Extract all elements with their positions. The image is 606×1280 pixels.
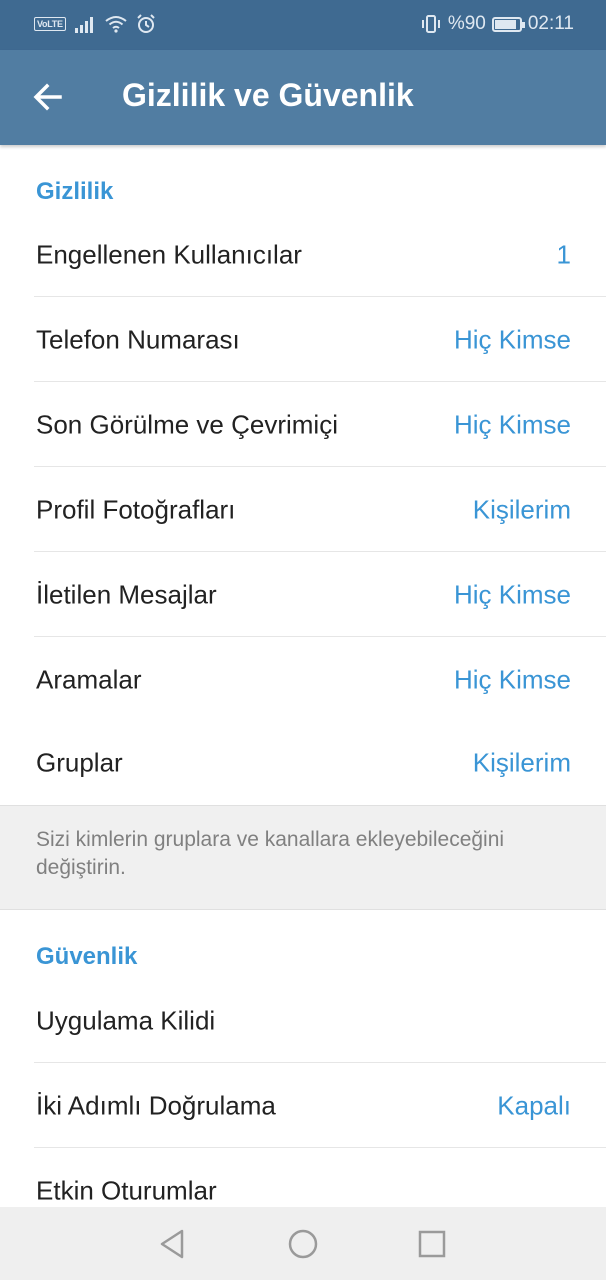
- row-label: Son Görülme ve Çevrimiçi: [36, 409, 338, 439]
- vibrate-icon: [421, 15, 440, 33]
- row-value: Hiç Kimse: [453, 664, 571, 694]
- row-label: Aramalar: [36, 664, 142, 694]
- page-title: Gizlilik ve Güvenlik: [122, 77, 414, 113]
- section-header-privacy: Gizlilik: [36, 178, 114, 205]
- privacy-info-text: Sizi kimlerin gruplara ve kanallara ekle…: [36, 828, 505, 879]
- status-right: %90 02:11: [420, 13, 574, 35]
- privacy-info-box: Sizi kimlerin gruplara ve kanallara ekle…: [0, 805, 606, 910]
- status-bar: VoLTE %90 02:11: [0, 0, 606, 50]
- row-label: Gruplar: [36, 747, 123, 778]
- back-triangle-icon[interactable]: [156, 1227, 190, 1261]
- wifi-icon: [105, 16, 127, 33]
- row-app-lock[interactable]: Uygulama Kilidi: [0, 978, 606, 1063]
- signal-icon: [74, 17, 93, 33]
- row-blocked-users[interactable]: Engellenen Kullanıcılar 1: [0, 212, 606, 297]
- row-value: Kapalı: [497, 1090, 571, 1120]
- system-nav-bar: [0, 1207, 606, 1280]
- section-header-security: Güvenlik: [36, 943, 138, 970]
- row-calls[interactable]: Aramalar Hiç Kimse: [0, 637, 606, 722]
- row-last-seen[interactable]: Son Görülme ve Çevrimiçi Hiç Kimse: [0, 382, 606, 467]
- battery-fill: [494, 19, 517, 29]
- row-forwarded-messages[interactable]: İletilen Mesajlar Hiç Kimse: [0, 552, 606, 637]
- row-label: Telefon Numarası: [36, 324, 240, 354]
- recents-square-icon[interactable]: [415, 1227, 449, 1261]
- row-phone-number[interactable]: Telefon Numarası Hiç Kimse: [0, 297, 606, 382]
- alarm-icon: [136, 14, 155, 33]
- row-value: Hiç Kimse: [453, 579, 571, 609]
- row-value: Kişilerim: [472, 494, 571, 524]
- status-left: VoLTE: [34, 14, 156, 34]
- arrow-left-icon[interactable]: [30, 79, 66, 115]
- volte-icon: VoLTE: [34, 17, 66, 31]
- row-label: Uygulama Kilidi: [36, 1005, 216, 1035]
- row-value: Hiç Kimse: [453, 324, 571, 354]
- row-value: 1: [556, 239, 571, 269]
- battery-percent: %90: [447, 13, 486, 34]
- row-value: Hiç Kimse: [453, 409, 571, 439]
- row-label: Etkin Oturumlar: [36, 1175, 217, 1205]
- battery-icon: [491, 16, 525, 32]
- row-label: Profil Fotoğrafları: [36, 494, 236, 524]
- row-two-step-verification[interactable]: İki Adımlı Doğrulama Kapalı: [0, 1063, 606, 1148]
- row-groups[interactable]: Gruplar Kişilerim: [0, 721, 606, 805]
- row-value: Kişilerim: [472, 747, 571, 778]
- home-circle-icon[interactable]: [286, 1227, 320, 1261]
- app-bar: Gizlilik ve Güvenlik: [0, 50, 606, 145]
- row-label: İki Adımlı Doğrulama: [36, 1090, 276, 1120]
- row-label: İletilen Mesajlar: [36, 579, 217, 609]
- row-profile-photos[interactable]: Profil Fotoğrafları Kişilerim: [0, 467, 606, 552]
- row-label: Engellenen Kullanıcılar: [36, 239, 302, 269]
- clock: 02:11: [527, 13, 574, 34]
